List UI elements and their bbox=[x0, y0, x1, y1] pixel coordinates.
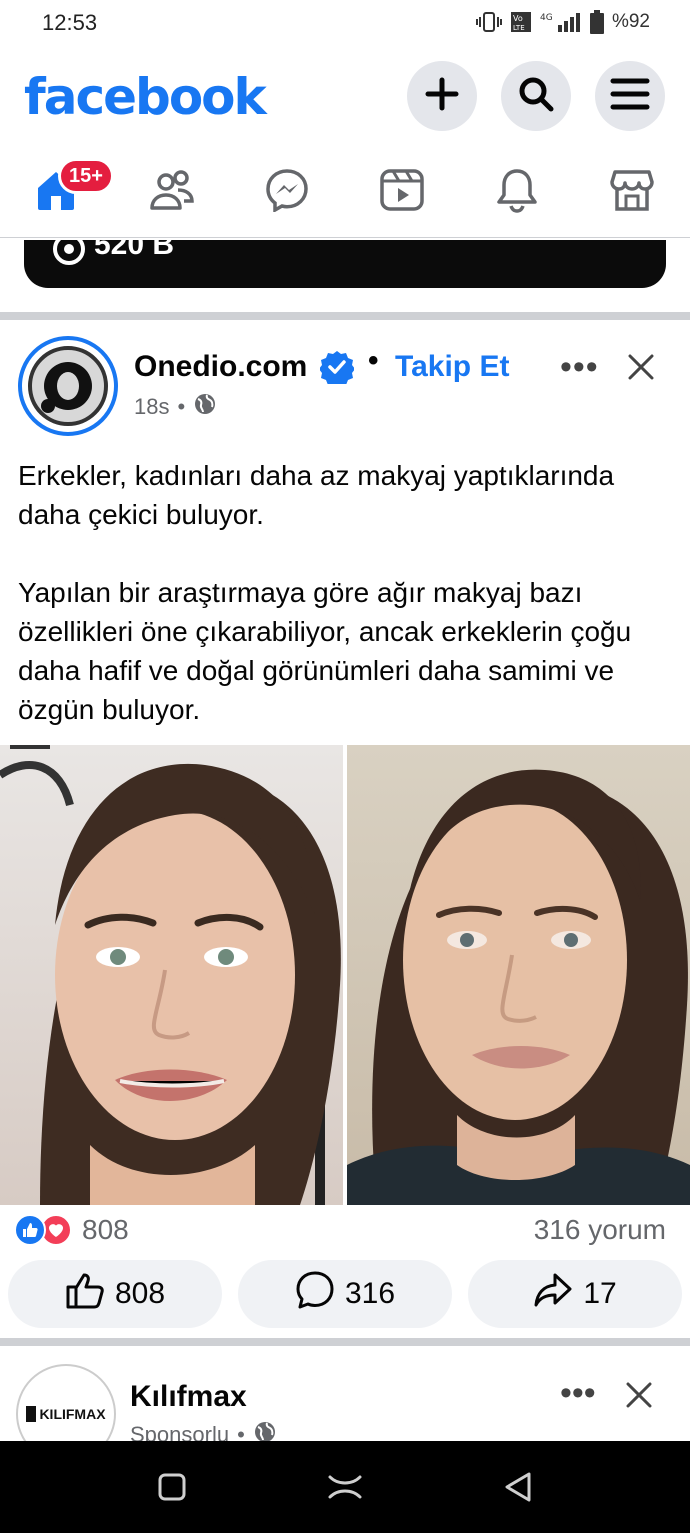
previous-video-card[interactable]: 520 B bbox=[24, 240, 666, 288]
sponsor-meta: Sponsorlu • bbox=[130, 1420, 277, 1443]
reaction-count: 808 bbox=[82, 1214, 129, 1245]
onedio-logo bbox=[28, 346, 108, 426]
page-avatar[interactable] bbox=[18, 336, 118, 436]
meta-separator: • bbox=[177, 394, 186, 419]
post-time[interactable]: 18s bbox=[134, 394, 169, 420]
create-button[interactable] bbox=[407, 61, 477, 131]
battery-icon bbox=[589, 10, 604, 34]
close-icon[interactable] bbox=[624, 1380, 654, 1415]
post-photos bbox=[0, 745, 690, 1205]
signal-icon: 4G bbox=[540, 11, 582, 33]
search-button[interactable] bbox=[501, 61, 571, 131]
globe-icon bbox=[193, 392, 217, 422]
post-paragraph-1: Erkekler, kadınları daha az makyaj yaptı… bbox=[18, 460, 615, 530]
post-actions: 808 316 17 bbox=[0, 1260, 690, 1330]
title-separator: • bbox=[368, 344, 379, 377]
menu-button[interactable] bbox=[595, 61, 665, 131]
reaction-icons bbox=[14, 1214, 72, 1246]
video-icon bbox=[379, 168, 425, 217]
app-header: facebook bbox=[0, 48, 690, 144]
back-button[interactable] bbox=[498, 1469, 538, 1509]
sponsor-avatar[interactable]: KILIFMAX bbox=[16, 1364, 116, 1443]
post-more-button[interactable]: ••• bbox=[560, 348, 599, 387]
comment-count: 316 bbox=[344, 1277, 396, 1310]
battery-level: %92 bbox=[611, 11, 650, 32]
comment-icon bbox=[295, 1270, 335, 1318]
status-time: 12:53 bbox=[42, 10, 98, 35]
friends-icon bbox=[148, 168, 196, 217]
view-count: 520 B bbox=[94, 240, 175, 261]
hamburger-menu-icon bbox=[610, 77, 650, 116]
search-icon bbox=[516, 74, 556, 119]
marketplace-icon bbox=[610, 168, 654, 217]
facebook-logo[interactable]: facebook bbox=[24, 68, 267, 126]
verified-badge-icon bbox=[319, 350, 355, 389]
messenger-icon bbox=[265, 168, 309, 217]
tab-notifications[interactable] bbox=[487, 162, 547, 222]
svg-text:Vo: Vo bbox=[513, 14, 523, 23]
tab-friends[interactable] bbox=[142, 162, 202, 222]
recents-button[interactable] bbox=[152, 1469, 192, 1509]
sponsored-label: Sponsorlu bbox=[130, 1422, 230, 1443]
sponsored-post-header: KILIFMAX Kılıfmax Sponsorlu • ••• bbox=[0, 1348, 690, 1443]
sponsor-name[interactable]: Kılıfmax bbox=[130, 1380, 247, 1414]
post-header: Onedio.com • Takip Et 18s • ••• bbox=[0, 320, 690, 450]
photo-makeup[interactable] bbox=[0, 745, 343, 1205]
system-navigation-bar bbox=[0, 1441, 690, 1533]
thumbs-up-icon bbox=[65, 1271, 105, 1317]
comment-summary[interactable]: 316 yorum bbox=[534, 1214, 666, 1246]
like-button[interactable]: 808 bbox=[8, 1260, 222, 1328]
share-icon bbox=[533, 1272, 573, 1316]
comment-button[interactable]: 316 bbox=[238, 1260, 452, 1328]
post-text: Erkekler, kadınları daha az makyaj yaptı… bbox=[18, 456, 678, 768]
vibrate-icon bbox=[475, 11, 502, 33]
share-count: 17 bbox=[583, 1277, 617, 1310]
post-meta: 18s • bbox=[134, 392, 217, 422]
bell-icon bbox=[496, 167, 538, 218]
reactions-summary[interactable]: 808 316 yorum bbox=[0, 1208, 690, 1254]
tab-video[interactable] bbox=[372, 162, 432, 222]
share-button[interactable]: 17 bbox=[468, 1260, 682, 1328]
close-icon[interactable] bbox=[624, 350, 658, 389]
feed-divider bbox=[0, 312, 690, 320]
status-bar: 12:53 Vo LTE 4G %92 bbox=[0, 0, 690, 48]
eye-icon bbox=[52, 240, 86, 271]
photo-no-makeup[interactable] bbox=[347, 745, 690, 1205]
follow-button[interactable]: Takip Et bbox=[395, 350, 509, 384]
volte-icon: Vo LTE bbox=[510, 11, 532, 33]
recents-icon bbox=[157, 1472, 187, 1507]
feed-divider-2 bbox=[0, 1338, 690, 1346]
page-name[interactable]: Onedio.com bbox=[134, 350, 307, 384]
plus-icon bbox=[424, 76, 460, 117]
kilifmax-logo: KILIFMAX bbox=[26, 1406, 106, 1422]
sponsor-meta-separator: • bbox=[237, 1422, 245, 1443]
svg-text:LTE: LTE bbox=[513, 24, 525, 32]
tab-messenger[interactable] bbox=[257, 162, 317, 222]
status-icons: Vo LTE 4G %92 bbox=[475, 10, 650, 34]
post-paragraph-2: Yapılan bir araştırmaya göre ağır makyaj… bbox=[18, 577, 632, 725]
globe-icon bbox=[253, 1420, 277, 1443]
home-notification-badge: 15+ bbox=[58, 158, 114, 194]
like-reaction-icon bbox=[14, 1214, 46, 1246]
like-count: 808 bbox=[114, 1277, 166, 1310]
home-gesture-icon bbox=[327, 1472, 363, 1507]
home-button[interactable] bbox=[325, 1469, 365, 1509]
sponsor-more-button[interactable]: ••• bbox=[560, 1374, 596, 1413]
svg-text:4G: 4G bbox=[540, 13, 553, 23]
back-icon bbox=[503, 1471, 533, 1508]
tab-marketplace[interactable] bbox=[602, 162, 662, 222]
